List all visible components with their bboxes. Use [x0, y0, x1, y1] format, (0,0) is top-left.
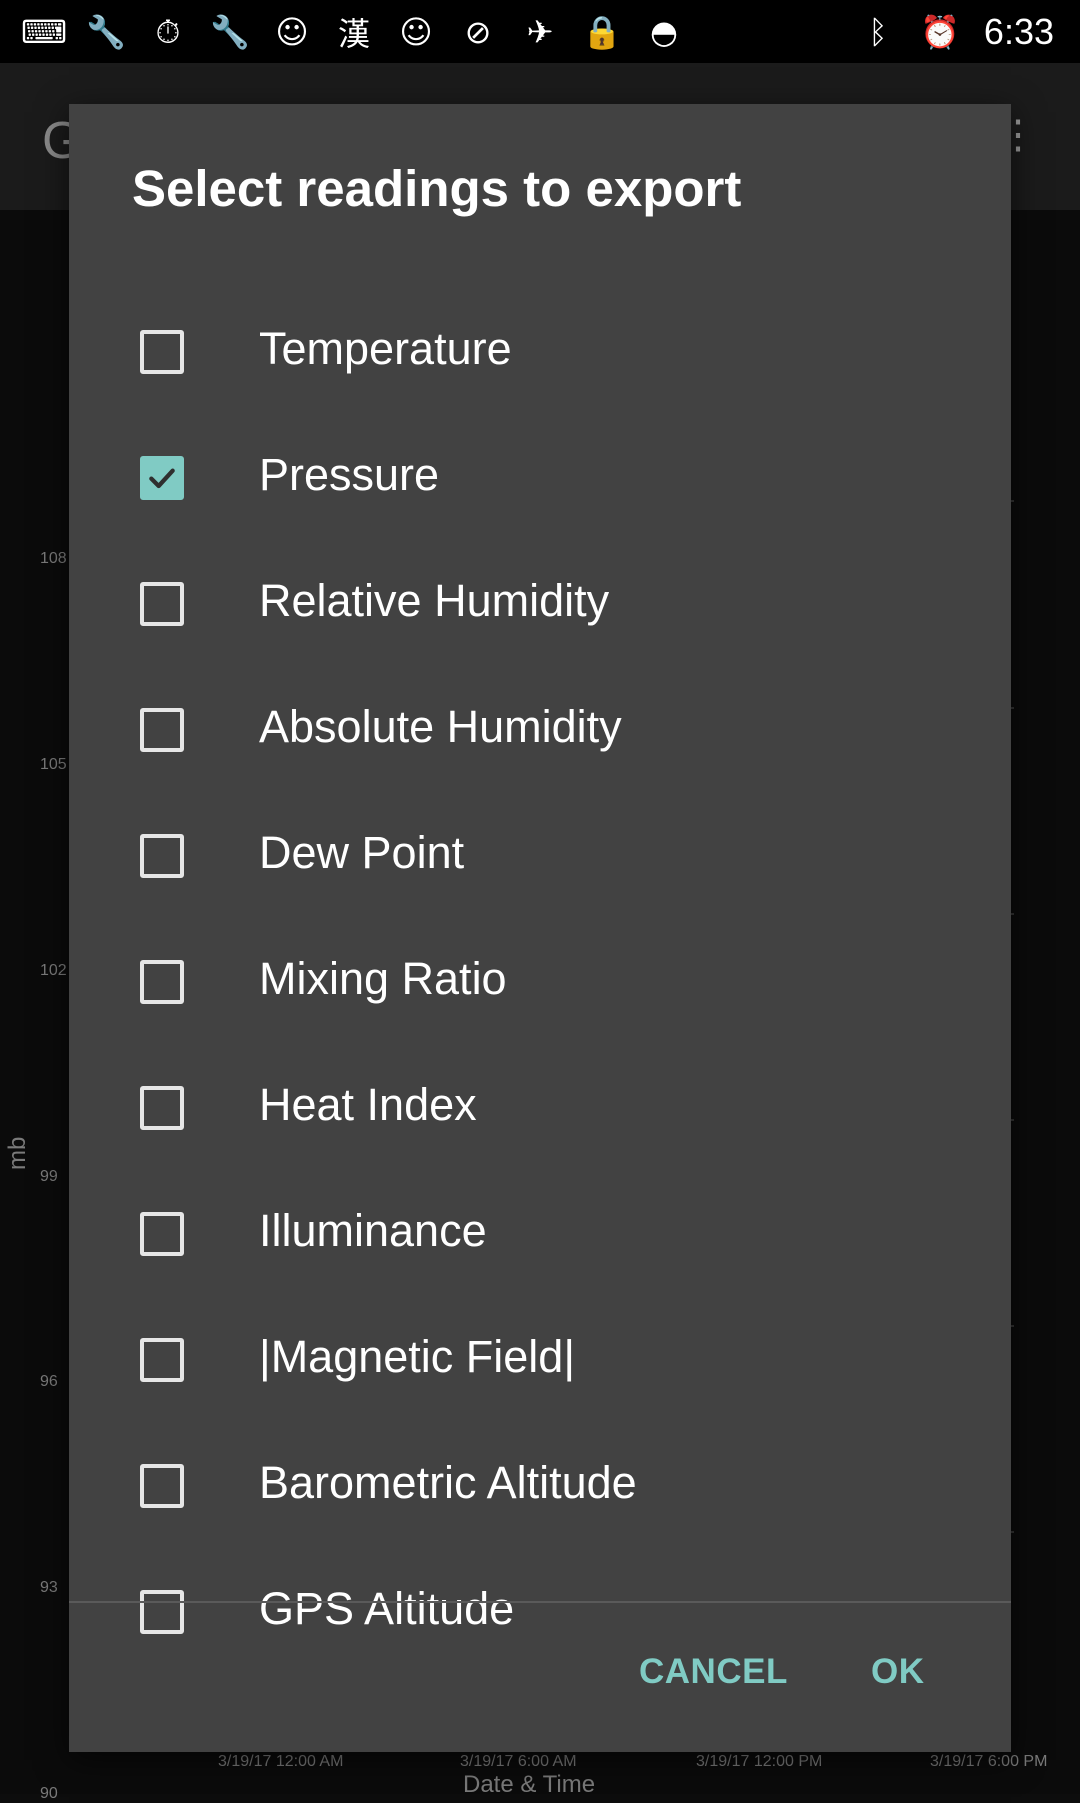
checkbox-checked[interactable] — [140, 456, 184, 500]
checkbox[interactable] — [140, 834, 184, 878]
chinese-input-icon: 漢 — [337, 15, 370, 53]
smiley-icon: ☺ — [275, 13, 309, 51]
option-label: Temperature — [259, 323, 512, 374]
y-tick: 90 — [40, 1785, 58, 1802]
option-label: Pressure — [259, 449, 440, 500]
y-tick: 108 — [40, 550, 67, 567]
wrench-icon: 🔧 — [210, 13, 250, 51]
checkbox[interactable] — [140, 708, 184, 752]
satellite-icon: ✈ — [526, 13, 554, 51]
x-tick: 3/19/17 12:00 PM — [696, 1753, 823, 1770]
checkbox[interactable] — [140, 1590, 184, 1634]
x-tick: 3/19/17 6:00 PM — [930, 1753, 1048, 1770]
y-tick: 105 — [40, 756, 67, 773]
option-label: Mixing Ratio — [259, 953, 507, 1004]
option-magnetic-field[interactable]: |Magnetic Field| — [69, 1299, 1011, 1425]
block-icon: ⊘ — [464, 13, 492, 51]
option-label: Dew Point — [259, 827, 465, 878]
option-label: Barometric Altitude — [259, 1457, 637, 1508]
dialog-title: Select readings to export — [132, 160, 742, 217]
y-axis-label: mb — [4, 1136, 31, 1170]
android-icon: ◓ — [650, 13, 678, 51]
option-pressure[interactable]: Pressure — [69, 417, 1011, 543]
y-tick: 102 — [40, 962, 67, 979]
cancel-button[interactable]: CANCEL — [627, 1644, 800, 1700]
checkbox[interactable] — [140, 1338, 184, 1382]
y-tick: 96 — [40, 1373, 58, 1390]
option-mixing-ratio[interactable]: Mixing Ratio — [69, 921, 1011, 1047]
y-tick: 99 — [40, 1168, 58, 1185]
status-bar: ⌨ 🔧 ⏱ 🔧 ☺ 漢 ☺ ⊘ ✈ 🔒 ◓ ᛒ ⏰ 6:33 — [0, 0, 1080, 63]
checkbox[interactable] — [140, 582, 184, 626]
smiley-icon: ☺ — [399, 13, 433, 51]
checkbox[interactable] — [140, 1212, 184, 1256]
option-label: |Magnetic Field| — [259, 1331, 576, 1382]
notification-icons: ⌨ 🔧 ⏱ 🔧 ☺ 漢 ☺ ⊘ ✈ 🔒 ◓ — [20, 10, 686, 54]
bluetooth-icon: ᛒ — [868, 13, 888, 51]
option-label: Heat Index — [259, 1079, 477, 1130]
option-temperature[interactable]: Temperature — [69, 291, 1011, 417]
checkbox[interactable] — [140, 330, 184, 374]
wrench-icon: 🔧 — [86, 13, 126, 51]
x-axis-label: Date & Time — [463, 1771, 596, 1798]
option-relative-humidity[interactable]: Relative Humidity — [69, 543, 1011, 669]
keyboard-icon: ⌨ — [20, 13, 68, 51]
option-dew-point[interactable]: Dew Point — [69, 795, 1011, 921]
ok-button[interactable]: OK — [859, 1644, 937, 1700]
button-divider — [69, 1601, 1011, 1603]
y-tick: 93 — [40, 1579, 58, 1596]
checkbox[interactable] — [140, 960, 184, 1004]
x-tick: 3/19/17 12:00 AM — [218, 1753, 344, 1770]
option-barometric-altitude[interactable]: Barometric Altitude — [69, 1425, 1011, 1551]
option-label: GPS Altitude — [259, 1583, 515, 1634]
readings-list[interactable]: Temperature Pressure Relative Humidity A… — [69, 291, 1011, 1708]
option-label: Relative Humidity — [259, 575, 610, 626]
stopwatch-icon: ⏱ — [155, 12, 181, 51]
option-absolute-humidity[interactable]: Absolute Humidity — [69, 669, 1011, 795]
status-time: 6:33 — [983, 11, 1054, 52]
checkbox[interactable] — [140, 1464, 184, 1508]
export-dialog: Select readings to export Temperature Pr… — [69, 104, 1011, 1752]
option-label: Illuminance — [259, 1205, 487, 1256]
checkmark-icon — [149, 468, 175, 489]
checkbox[interactable] — [140, 1086, 184, 1130]
option-heat-index[interactable]: Heat Index — [69, 1047, 1011, 1173]
x-tick: 3/19/17 6:00 AM — [460, 1753, 577, 1770]
system-icons: ᛒ ⏰ 6:33 — [856, 10, 1054, 54]
alarm-icon: ⏰ — [920, 13, 960, 51]
option-illuminance[interactable]: Illuminance — [69, 1173, 1011, 1299]
lock-icon: 🔒 — [582, 13, 622, 51]
option-label: Absolute Humidity — [259, 701, 622, 752]
